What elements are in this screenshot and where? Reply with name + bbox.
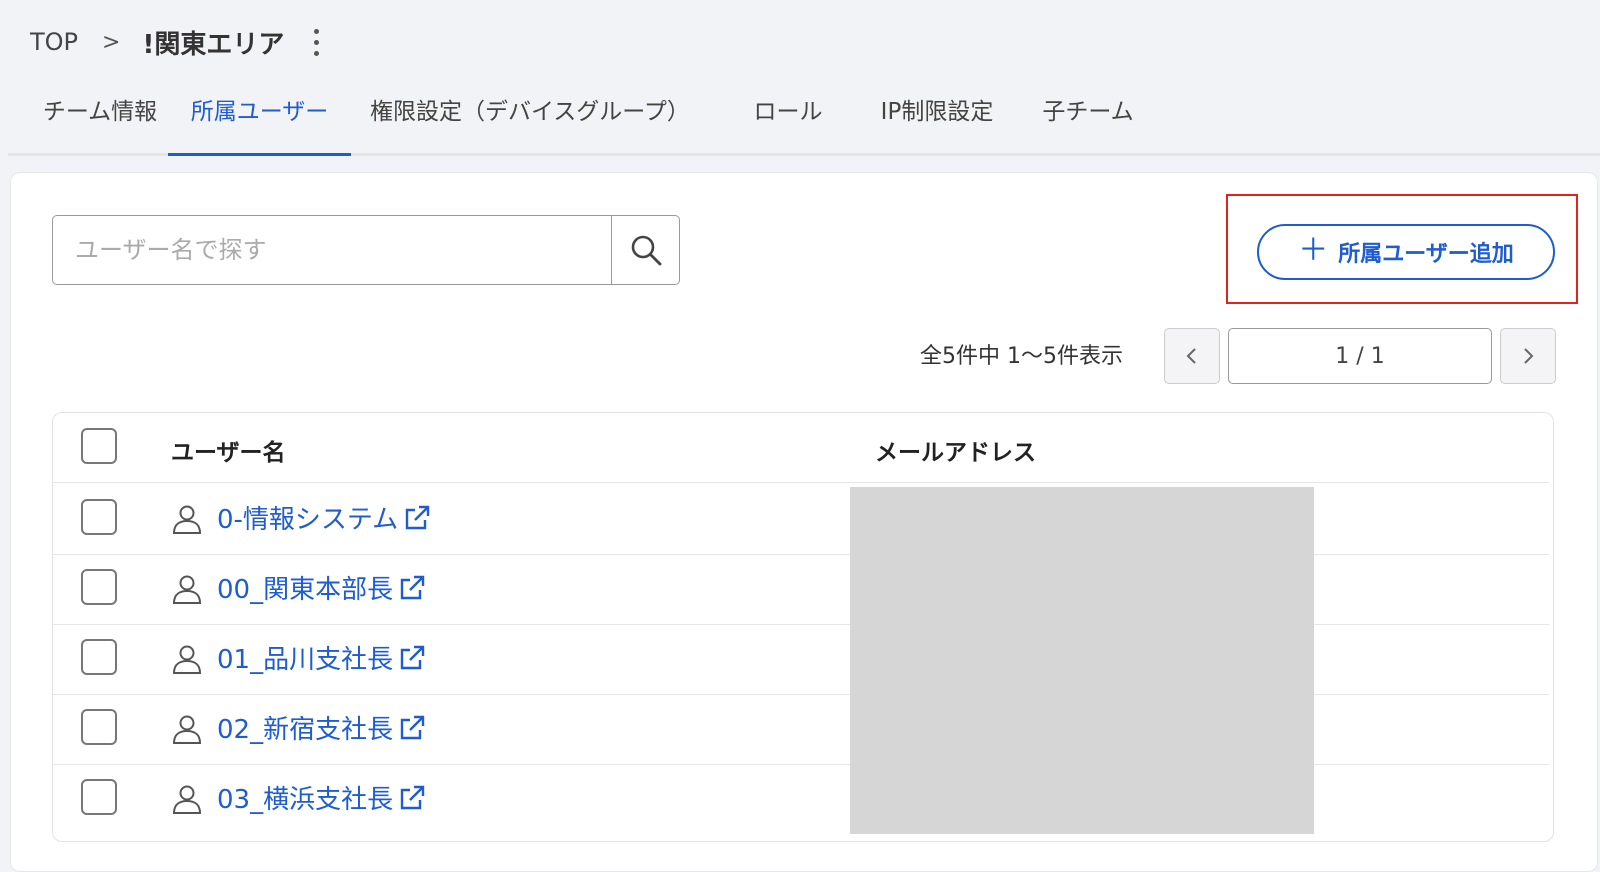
tab-team-info[interactable]: チーム情報: [30, 88, 170, 156]
table-row: 03_横浜支社長: [53, 763, 1549, 835]
user-search: [52, 215, 680, 285]
user-name: 00_関東本部長: [217, 575, 394, 605]
column-header-name: ユーザー名: [171, 440, 286, 466]
plus-icon: ＋: [1298, 232, 1329, 268]
row-checkbox[interactable]: [81, 569, 117, 605]
search-button[interactable]: [611, 216, 679, 284]
user-icon: [172, 575, 202, 604]
tab-child-teams[interactable]: 子チーム: [1038, 88, 1138, 156]
table-row: 02_新宿支社長: [53, 693, 1549, 765]
next-page-button[interactable]: [1500, 328, 1556, 384]
tab-ip-restriction[interactable]: IP制限設定: [876, 88, 998, 156]
chevron-left-icon: [1186, 348, 1196, 364]
tab-members[interactable]: 所属ユーザー: [168, 88, 351, 156]
user-name-link[interactable]: 01_品川支社長: [217, 639, 427, 676]
row-checkbox[interactable]: [81, 499, 117, 535]
user-icon: [172, 785, 202, 814]
tab-roles[interactable]: ロール: [748, 88, 828, 156]
user-name-link[interactable]: 00_関東本部長: [217, 569, 427, 606]
user-name-link[interactable]: 02_新宿支社長: [217, 709, 427, 746]
add-member-button[interactable]: ＋ 所属ユーザー追加: [1257, 224, 1555, 280]
row-checkbox[interactable]: [81, 779, 117, 815]
external-link-icon: [400, 575, 425, 599]
external-link-icon: [400, 645, 425, 669]
redacted-email-block: [850, 487, 1314, 834]
external-link-icon: [400, 715, 425, 739]
column-header-email: メールアドレス: [875, 440, 1036, 466]
user-icon: [172, 645, 202, 674]
user-name: 03_横浜支社長: [217, 785, 394, 815]
search-icon: [631, 235, 661, 266]
user-icon: [172, 505, 202, 534]
select-all-checkbox[interactable]: [81, 428, 117, 464]
breadcrumb-top-link[interactable]: TOP: [30, 28, 78, 56]
row-checkbox[interactable]: [81, 639, 117, 675]
breadcrumb-separator: >: [102, 29, 121, 55]
members-table: ユーザー名 メールアドレス 0-情報システム 00_関東本部長 01_品川支社長…: [52, 412, 1554, 842]
user-name-link[interactable]: 03_横浜支社長: [217, 779, 427, 816]
table-header: ユーザー名 メールアドレス: [53, 413, 1549, 483]
add-member-label: 所属ユーザー追加: [1338, 242, 1514, 267]
prev-page-button[interactable]: [1164, 328, 1220, 384]
user-name: 0-情報システム: [217, 505, 399, 535]
user-name: 01_品川支社長: [217, 645, 394, 675]
user-name: 02_新宿支社長: [217, 715, 394, 745]
table-row: 0-情報システム: [53, 483, 1549, 555]
page-indicator[interactable]: 1 / 1: [1228, 328, 1492, 384]
breadcrumb: TOP > !関東エリア: [30, 24, 325, 60]
tab-permissions[interactable]: 権限設定（デバイスグループ）: [370, 88, 710, 156]
more-options-icon[interactable]: [308, 27, 325, 58]
search-input[interactable]: [53, 216, 611, 284]
table-row: 01_品川支社長: [53, 623, 1549, 695]
tab-bar: チーム情報 所属ユーザー 権限設定（デバイスグループ） ロール IP制限設定 子…: [8, 88, 1600, 156]
external-link-icon: [400, 785, 425, 809]
breadcrumb-current: !関東エリア: [142, 29, 285, 60]
chevron-right-icon: [1524, 348, 1534, 364]
user-icon: [172, 715, 202, 744]
pagination-summary: 全5件中 1〜5件表示: [920, 344, 1123, 369]
external-link-icon: [405, 505, 430, 529]
row-checkbox[interactable]: [81, 709, 117, 745]
user-name-link[interactable]: 0-情報システム: [217, 499, 432, 536]
table-row: 00_関東本部長: [53, 553, 1549, 625]
